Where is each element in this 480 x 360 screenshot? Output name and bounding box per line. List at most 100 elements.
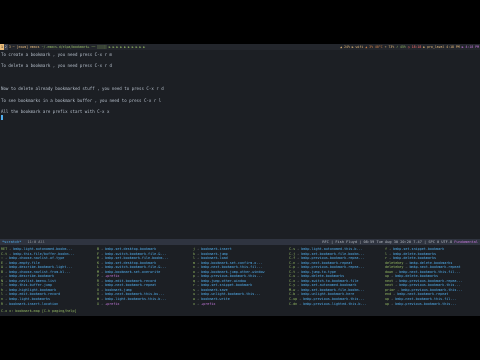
command-name: bmkp-previous-bookmark-this... (399, 283, 461, 288)
key-column: j → bookmark-insert k → bookmark-jump l → … (193, 247, 287, 309)
command-name: bmkp-edit-bookmark-record (9, 292, 61, 297)
command-name: bmkp-delete-bookmarks (393, 251, 437, 256)
emacs-frame: 123 ─ [exwm] emacs ~/.emacs.d/elpa/bookma… (0, 44, 480, 316)
major-mode: Fundamental (454, 240, 478, 244)
key-column: RET → bmkp-light-autonamed-bookm... C-t →… (1, 247, 95, 309)
command-name: bmkp-light-bookmarks (9, 297, 50, 302)
status-segment: ~/.emacs.d/elpa/bookmark+ ── ░░░░░ ▶ ▶ ▶… (40, 44, 147, 50)
key-binding: up → bmkp-previous-bookmark-this... (385, 302, 479, 307)
command-name: bmkp-next-bookmark-this-fil... (201, 265, 263, 270)
status-segment: ☀ 73% (383, 44, 396, 50)
key-label: C-up (289, 297, 298, 302)
command-name: bmkp-empty-file (9, 260, 40, 265)
command-name: bmkp-edit-bookmark-record (105, 278, 157, 283)
text-cursor (1, 114, 4, 121)
command-name: bmkp-light-autonamed-this-b... (301, 247, 363, 251)
command-name: bmkp-set-snippet-bookmark (201, 283, 253, 288)
workspace-tab[interactable]: 3 ─ [exwm] emacs (7, 44, 41, 50)
key-binding: x → +prefix (193, 302, 287, 307)
command-name: bmkp-previous-bookmark-repea... (301, 265, 365, 270)
command-name: bmkp-describe-bookmark-light... (9, 265, 73, 270)
command-name: bmkp-bookmark-set-overwrite (105, 269, 161, 274)
command-name: bmkp-jump-other-window (201, 278, 247, 283)
command-name: bmkp-bookmark-set-confirm-o... (201, 260, 263, 265)
command-name: bmkp-previous-bookmark-this... (201, 274, 263, 279)
key-label: C-dn (289, 301, 298, 306)
command-name: bmkp-previous-bookmark-this... (303, 297, 365, 302)
mode-line-info: RFC | Fish Fluyd | 08:59 Tue Aug 30 20:2… (322, 240, 453, 244)
cursor-position: 11:0 All (27, 240, 45, 244)
key-column: C-s → bmkp-light-autonamed-this-b... C-j … (289, 247, 383, 309)
command-name: bmkp-switch-bookmark-file-&... (105, 265, 167, 270)
command-name: bmkp-jump-to-type (301, 269, 336, 274)
command-name: bmkp-delete-bookmarks (395, 274, 439, 279)
key-label: next (385, 278, 394, 283)
command-name: bmkp-set-bookmark-file-bookm... (301, 287, 365, 292)
command-name: bmkp-set-bookmark-file-bookm... (301, 251, 365, 256)
command-name: bookmark-load (201, 256, 228, 261)
command-name: bmkp-next-bookmark-this-fil... (395, 297, 457, 302)
status-segment: ▶ 4:18 PM (460, 44, 480, 50)
command-name: bmkp-light-bookmarks-this-b... (105, 297, 167, 302)
command-name: bmkp-previous-lighted-this-b... (303, 301, 367, 306)
command-name: bmkp-next-bookmark-repeat (397, 292, 449, 297)
command-name: bmkp-next-bookmark-this-bu... (105, 292, 165, 297)
command-name: bookmark-jump (105, 287, 132, 292)
command-name: bmkp-choose-navlist-from-bl... (9, 269, 71, 274)
command-name: bookmark-save (201, 287, 228, 292)
key-label: deletekey (385, 260, 404, 265)
key-label: next (385, 283, 394, 288)
command-name: bookmark-write (201, 297, 230, 302)
key-label: down (385, 269, 394, 274)
command-name: bmkp-set-autonamed-bookmark (301, 283, 357, 288)
command-name: bmkp-previous-bookmark-repea... (399, 278, 463, 283)
key-column: f → bmkp-set-snippet-bookmark l → bmkp-de… (385, 247, 479, 309)
command-name: bmkp-set-bookmark-file-bookm... (105, 256, 169, 261)
command-name: bmkp-previous-bookmark-this... (395, 301, 457, 306)
command-name: bmkp-next-bookmark-repeat (105, 283, 157, 288)
key-binding: X → +prefix (97, 302, 191, 307)
command-name: +prefix (105, 274, 120, 279)
command-name: bookmark-insert-location (9, 301, 59, 306)
key-column: B → bmkp-set-desktop-bookmark F → bmkp-sw… (97, 247, 191, 309)
command-name: bmkp-set-desktop-bookmark (105, 247, 157, 251)
command-name: bmkp-set-desktop-bookmark (105, 260, 157, 265)
text-buffer[interactable]: To create a bookmark , you need press C-… (1, 52, 479, 240)
command-name: bmkp-light-autonamed-bookm... (13, 247, 73, 251)
command-name: bmkp-previous-bookmark-this... (401, 287, 463, 292)
command-name: bookmark-jump (201, 251, 228, 256)
command-name: bmkp-navlist-bmenu-list (9, 278, 57, 283)
key-binding: R → bookmark-insert-location (1, 302, 95, 307)
buffer-name: *scratch* (2, 240, 22, 244)
echo-area: C-x x: bookmark-map [C-h paging/help] (1, 309, 77, 313)
command-name: bmkp-switch-bookmark-file-&... (105, 251, 167, 256)
command-name: bookmark-insert (201, 247, 232, 251)
command-name: bmkp-this-file/buffer-bookm... (13, 251, 75, 256)
status-bar: 123 ─ [exwm] emacs ~/.emacs.d/elpa/bookma… (0, 44, 480, 50)
command-name: bmkp-choose-navlist-of-type (9, 256, 65, 261)
command-name: bmkp-delete-bookmarks (409, 260, 453, 265)
command-name: bmkp-switch-to-bookmark-file (301, 278, 359, 283)
mode-line: *scratch* 11:0 All RFC | Fish Fluyd | 08… (0, 239, 480, 245)
key-label: prior (385, 287, 396, 292)
command-name: bmkp-next-bookmark-repeat (301, 260, 353, 265)
command-name: +prefix (201, 301, 216, 306)
command-name: bmkp-next-bookmark-repeat (409, 265, 461, 270)
status-segment: ◷ 18:18 (406, 44, 423, 50)
key-label: deletekey (385, 265, 404, 270)
command-name: bmkp-set-snippet-bookmark (393, 247, 445, 251)
command-name: +prefix (105, 301, 120, 306)
command-name: bmkp-next-bookmark-this-fil... (399, 269, 461, 274)
command-name: bmkp-bookmark-jump-other-window (201, 269, 265, 274)
key-binding: C-dn → bmkp-previous-lighted-this-b... (289, 302, 383, 307)
command-name: bmkp-describe-bookmark (9, 274, 55, 279)
command-name: bmkp-this-buffer-jump (9, 283, 53, 288)
status-segment: ▶ pro_laval 4:18 PM (422, 44, 461, 50)
status-segment: ▲ 24% ▶ wifi (339, 44, 365, 50)
command-name: bmkp-delete-bookmarks (393, 256, 437, 261)
command-name: bmkp-unlight-bookmark-here (301, 292, 355, 297)
command-name: bmkp-previous-bookmark-repea... (301, 256, 365, 261)
which-key-popup: RET → bmkp-light-autonamed-bookm... C-t →… (1, 247, 479, 309)
command-name: bmkp-delete-bookmarks (301, 274, 345, 279)
command-name: bmkp-unlight-bookmark-this... (201, 292, 261, 297)
